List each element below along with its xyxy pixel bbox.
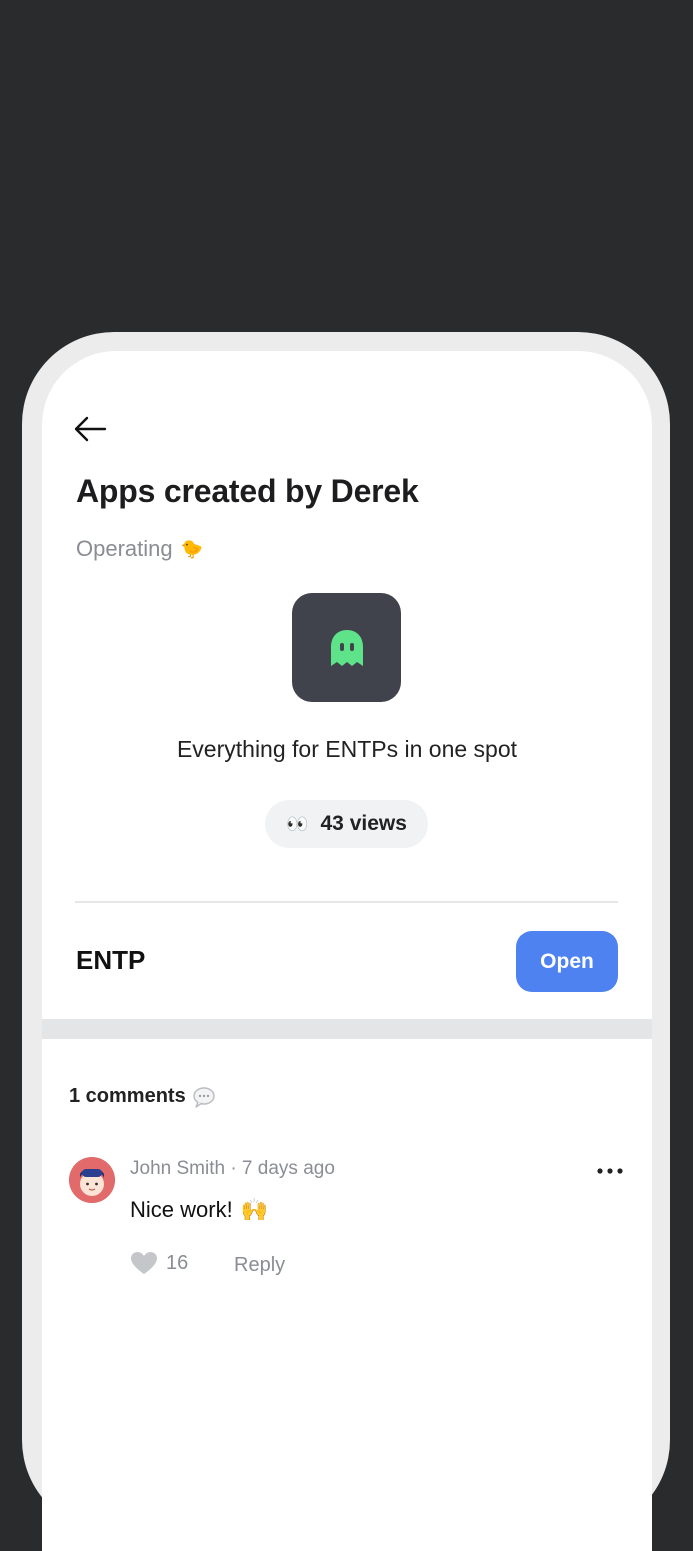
avatar[interactable] (69, 1157, 115, 1203)
comment-body: Nice work! (130, 1197, 233, 1222)
eyes-emoji: 👀 (286, 813, 309, 834)
back-button[interactable] (70, 411, 110, 447)
app-name: ENTP (76, 945, 146, 975)
views-badge: 👀 43 views (265, 800, 428, 848)
user-avatar-icon (69, 1157, 115, 1203)
more-horizontal-icon (597, 1168, 623, 1174)
app-icon (292, 593, 401, 702)
comments-heading: 1 comments (69, 1085, 216, 1108)
raised-hands-emoji: 🙌 (240, 1197, 269, 1222)
arrow-left-icon (74, 416, 107, 442)
comments-count: 1 comments (69, 1085, 186, 1107)
reply-button[interactable]: Reply (234, 1254, 285, 1277)
divider (75, 901, 618, 903)
open-button[interactable]: Open (516, 931, 618, 992)
chick-emoji: 🐤 (180, 538, 204, 559)
heart-icon (131, 1252, 157, 1274)
like-button[interactable]: 16 (130, 1251, 188, 1275)
subtitle: Operating 🐤 (76, 536, 203, 562)
comment-meta: John Smith · 7 days ago (130, 1158, 335, 1179)
page-title: Apps created by Derek (76, 473, 419, 509)
app-screen: Apps created by Derek Operating 🐤 Everyt… (42, 351, 652, 1551)
views-count: 43 views (320, 812, 407, 835)
speech-bubble-icon (193, 1086, 215, 1108)
subtitle-text: Operating (76, 536, 173, 561)
section-separator (42, 1019, 652, 1039)
comment-more-button[interactable] (590, 1157, 630, 1185)
app-tagline: Everything for ENTPs in one spot (176, 736, 518, 762)
ghost-icon (330, 629, 363, 666)
like-count: 16 (166, 1251, 189, 1274)
comment-text: Nice work! 🙌 (130, 1197, 268, 1223)
